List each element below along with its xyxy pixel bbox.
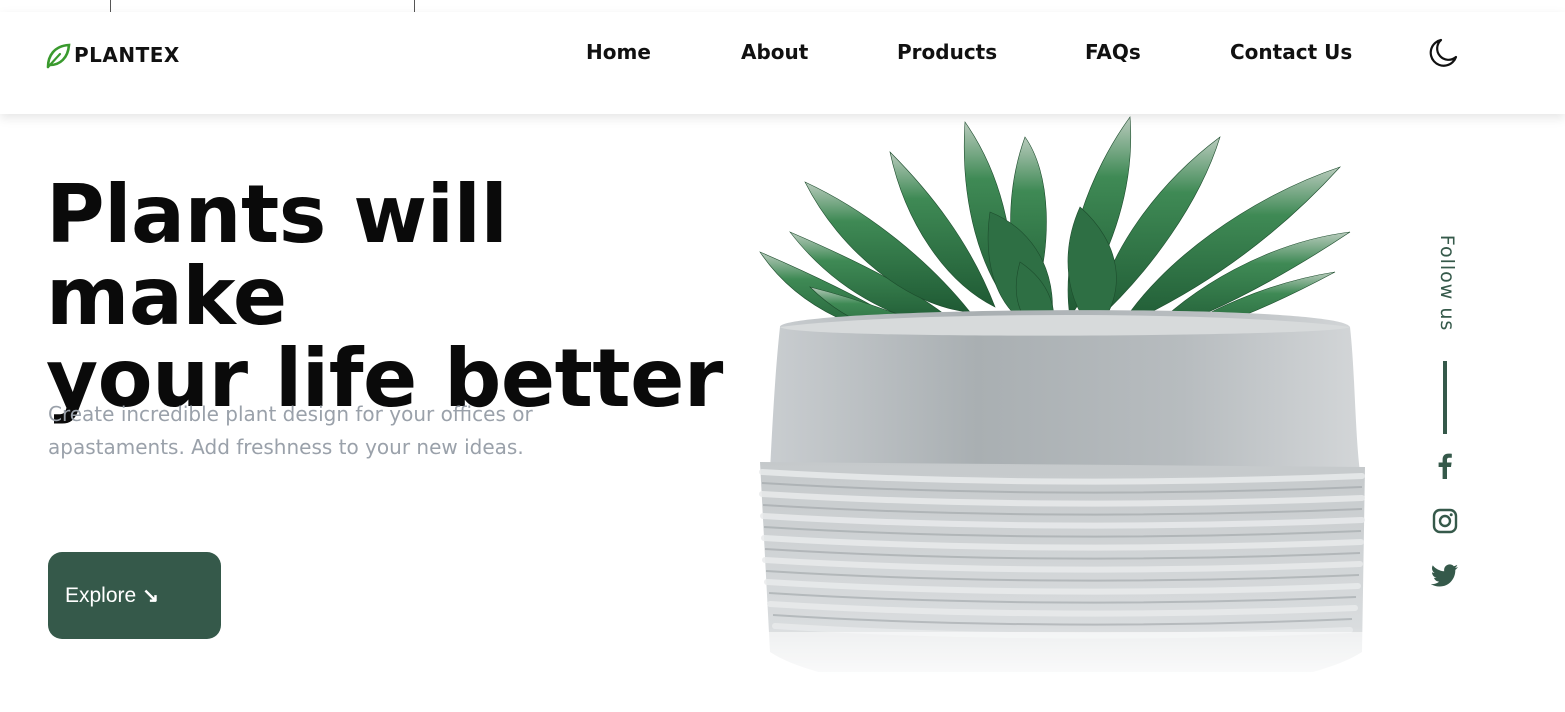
nav-home[interactable]: Home — [586, 40, 651, 64]
follow-divider — [1443, 361, 1447, 434]
strip-divider — [110, 0, 111, 12]
follow-us-label: Follow us — [1436, 234, 1458, 332]
strip-divider — [414, 0, 415, 12]
nav-faqs[interactable]: FAQs — [1085, 40, 1141, 64]
hero-title: Plants will make your life better — [46, 174, 766, 420]
facebook-icon[interactable] — [1431, 452, 1459, 480]
moon-icon[interactable] — [1426, 36, 1460, 70]
succulent-pot-image — [750, 116, 1370, 712]
top-strip — [0, 0, 1565, 12]
main-nav: Home About Products FAQs Contact Us — [0, 40, 1565, 70]
nav-products[interactable]: Products — [897, 40, 997, 64]
hero-description: Create incredible plant design for your … — [48, 402, 533, 459]
site-header: PLANTEX Home About Products FAQs Contact… — [0, 12, 1565, 114]
twitter-icon[interactable] — [1431, 562, 1459, 590]
instagram-icon[interactable] — [1431, 507, 1459, 535]
explore-label: Explore — [65, 583, 137, 607]
explore-button[interactable]: Explore ↘ — [48, 552, 221, 639]
nav-contact-us[interactable]: Contact Us — [1230, 40, 1352, 64]
nav-about[interactable]: About — [741, 40, 808, 64]
arrow-down-right-icon: ↘ — [142, 585, 159, 607]
hero-title-line1: Plants will make — [46, 168, 508, 343]
